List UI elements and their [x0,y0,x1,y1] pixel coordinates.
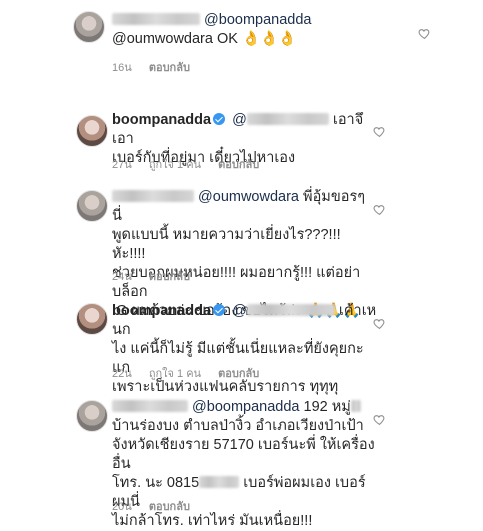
comment-username[interactable]: boompanadda [112,112,211,128]
comment-text: จังหวัดเชียงราย 57170 เบอร์นะพี่ ให้เครื… [112,437,375,472]
redacted-username [112,13,200,25]
comment-time[interactable]: 20น [112,501,132,513]
comment-meta: 27น ถูกใจ 1 คน ตอบกลับ [112,155,273,173]
reply-button[interactable]: ตอบกลับ [149,62,190,74]
mention-link[interactable]: @ [232,112,247,128]
like-heart-icon[interactable] [373,203,386,216]
like-count[interactable]: ถูกใจ 1 คน [149,368,201,380]
mention-link[interactable]: @boompanadda [204,12,311,28]
verified-badge-icon [213,304,226,316]
comment-body: boompanadda @ เค้าเหนก ไง แค่นี้ก็ไม่รู้… [112,302,377,397]
redacted-username [246,113,329,125]
comment-time[interactable]: 16น [112,62,132,74]
mention-link[interactable]: @boompanadda [192,399,299,415]
redacted-username [246,304,335,316]
comment-meta: 16น ตอบกลับ [112,58,204,76]
like-heart-icon[interactable] [373,413,386,426]
mention-link[interactable]: @oumwowdara [198,189,299,205]
reply-button[interactable]: ตอบกลับ [218,159,259,171]
like-heart-icon[interactable] [418,27,431,40]
redacted-phone [199,476,240,488]
redacted-username [112,190,194,202]
comment-text: @oumwowdara OK 👌👌👌 [112,31,297,47]
comment-text: พูดแบบนี้ หมายความว่าเยี่ยงไร???!!! หัะ!… [112,227,341,262]
comment-time[interactable]: 27น [112,159,132,171]
comment-time[interactable]: 22น [112,368,132,380]
redacted-username [112,400,188,412]
comment-meta: 24น ตอบกลับ [112,267,204,285]
comment-text: โทร. นะ 0815 [112,475,200,491]
like-count[interactable]: ถูกใจ 1 คน [149,159,201,171]
comment-body: @boompanadda @oumwowdara OK 👌👌👌 [112,11,412,49]
comment-meta: 22น ถูกใจ 1 คน ตอบกลับ [112,364,273,382]
like-heart-icon[interactable] [373,125,386,138]
comment-time[interactable]: 24น [112,271,132,283]
verified-badge-icon [213,113,226,125]
avatar[interactable] [76,115,108,147]
redacted-text [350,400,361,412]
reply-button[interactable]: ตอบกลับ [149,271,190,283]
comment-username[interactable]: boompanadda [112,303,211,319]
comment-text: ไม่กล้าโทร. เท่าไหร่ มันเหนื่อย!!! [112,513,313,529]
comment-meta: 20น ตอบกลับ [112,497,204,515]
comment-text: 192 หมู่ [303,399,351,415]
reply-button[interactable]: ตอบกลับ [149,501,190,513]
avatar[interactable] [76,303,108,335]
like-heart-icon[interactable] [373,317,386,330]
reply-button[interactable]: ตอบกลับ [218,368,259,380]
mention-link[interactable]: @ [232,303,247,319]
avatar[interactable] [76,190,108,222]
avatar[interactable] [73,11,105,43]
avatar[interactable] [76,400,108,432]
comment-text: บ้านร่องบง ตำบลป่างิ้ว อำเภอเวียงป่าเป้า [112,418,364,434]
